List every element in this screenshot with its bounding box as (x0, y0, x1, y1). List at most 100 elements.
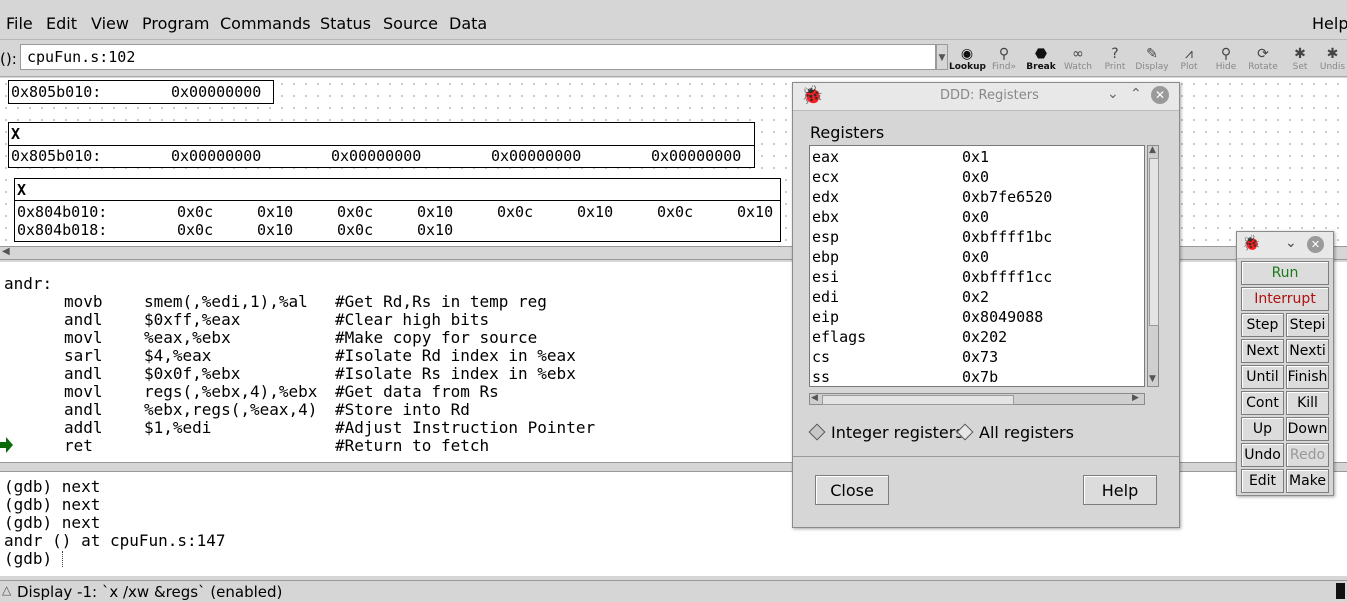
console-line: (gdb) next (4, 477, 101, 496)
cont-button[interactable]: Cont (1241, 391, 1284, 415)
register-row[interactable]: eflags 0x202 (812, 328, 1142, 348)
argument-toolbar: (): cpuFun.s:102 ▼ ◉ Lookup ⚲ Find» ⬣ Br… (0, 40, 1347, 77)
argument-input[interactable]: cpuFun.s:102 (20, 44, 936, 70)
help-button[interactable]: Help (1083, 475, 1157, 505)
argument-label: (): (0, 50, 17, 68)
break-icon: ⬣ (1034, 46, 1048, 62)
plot-button[interactable]: ⩘ Plot (1171, 46, 1207, 76)
break-button[interactable]: ⬣ Break (1023, 46, 1059, 76)
kill-button[interactable]: Kill (1286, 391, 1329, 415)
register-row[interactable]: ebx 0x0 (812, 208, 1142, 228)
until-button[interactable]: Until (1241, 365, 1284, 389)
register-row[interactable]: edi 0x2 (812, 288, 1142, 308)
print-button[interactable]: ? Print (1097, 46, 1133, 76)
console-prompt[interactable]: (gdb) (4, 549, 62, 568)
scroll-thumb[interactable] (1149, 158, 1159, 326)
redo-button[interactable]: Redo (1286, 443, 1329, 467)
hide-button[interactable]: ⚲ Hide (1208, 46, 1244, 76)
radio-diamond-icon (808, 423, 826, 441)
register-row[interactable]: eax 0x1 (812, 148, 1142, 168)
display-button[interactable]: ✎ Display (1134, 46, 1170, 76)
lookup-button[interactable]: ◉ Lookup (949, 46, 986, 76)
undisp-button[interactable]: ✱ Undis (1318, 46, 1347, 76)
undo-button[interactable]: Undo (1241, 443, 1284, 467)
maximize-icon[interactable]: ⌃ (1130, 86, 1142, 102)
make-button[interactable]: Make (1286, 469, 1329, 493)
registers-dialog: 🐞 DDD: Registers ⌄ ⌃ ✕ Registers eax 0x1 … (792, 82, 1180, 528)
up-button[interactable]: Up (1241, 417, 1284, 441)
registers-list[interactable]: eax 0x1 ecx 0x0 edx 0xb7fe6520 ebx 0x0 esp 0x… (809, 145, 1145, 387)
menu-edit[interactable]: Edit (46, 14, 77, 33)
registers-titlebar[interactable]: 🐞 DDD: Registers ⌄ ⌃ ✕ (793, 83, 1179, 111)
register-row[interactable]: edx 0xb7fe6520 (812, 188, 1142, 208)
minimize-icon[interactable]: ⌄ (1107, 86, 1119, 102)
menubar: File Edit View Program Commands Status S… (0, 8, 1347, 40)
console-line: (gdb) next (4, 495, 101, 514)
status-text: Display -1: `x /xw &regs` (enabled) (17, 583, 283, 601)
status-bar: △ Display -1: `x /xw &regs` (enabled) (0, 580, 1347, 602)
stepi-button[interactable]: Stepi (1286, 313, 1329, 337)
close-icon[interactable]: ✕ (1151, 86, 1169, 104)
menu-help[interactable]: Help (1312, 14, 1347, 33)
interrupt-button[interactable]: Interrupt (1241, 287, 1329, 311)
hide-icon: ⚲ (1220, 46, 1232, 62)
dialog-separator (793, 456, 1179, 457)
set-icon: ✱ (1294, 46, 1306, 62)
registers-dialog-title: DDD: Registers (940, 88, 1039, 103)
rotate-icon: ⟳ (1257, 46, 1269, 62)
menu-source[interactable]: Source (383, 14, 438, 33)
register-row[interactable]: ss 0x7b (812, 368, 1142, 386)
registers-heading: Registers (810, 123, 885, 142)
data-display-3[interactable]: X 0x804b010: 0x0c 0x10 0x0c 0x10 0x0c 0x… (14, 178, 781, 242)
registers-hscrollbar[interactable]: ◀ ▶ (809, 393, 1145, 405)
close-icon[interactable]: ✕ (1307, 236, 1324, 253)
console-line: (gdb) next (4, 513, 101, 532)
lookup-icon: ◉ (960, 46, 974, 62)
undisp-icon: ✱ (1326, 46, 1339, 62)
close-button[interactable]: Close (815, 475, 889, 505)
command-tool: 🐞 ⌄ ✕ Run Interrupt Step Stepi Next Next… (1236, 231, 1334, 496)
next-button[interactable]: Next (1241, 339, 1284, 363)
step-button[interactable]: Step (1241, 313, 1284, 337)
watch-button[interactable]: ∞ Watch (1060, 46, 1096, 76)
edit-button[interactable]: Edit (1241, 469, 1284, 493)
data-display-2[interactable]: X 0x805b010: 0x00000000 0x00000000 0x000… (8, 122, 755, 168)
scroll-thumb[interactable] (822, 395, 1014, 405)
source-label: andr: (4, 274, 53, 293)
registers-vscrollbar[interactable]: ▲ ▼ (1147, 145, 1159, 387)
menu-view[interactable]: View (91, 14, 129, 33)
console-line: andr () at cpuFun.s:147 (4, 531, 226, 550)
menu-file[interactable]: File (6, 14, 33, 33)
command-tool-titlebar[interactable]: 🐞 ⌄ ✕ (1237, 232, 1333, 259)
nexti-button[interactable]: Nexti (1286, 339, 1329, 363)
down-button[interactable]: Down (1286, 417, 1329, 441)
display-icon: ✎ (1146, 46, 1158, 62)
menu-program[interactable]: Program (142, 14, 210, 33)
print-icon: ? (1111, 46, 1119, 62)
register-row[interactable]: ebp 0x0 (812, 248, 1142, 268)
finish-button[interactable]: Finish (1286, 365, 1329, 389)
menu-status[interactable]: Status (320, 14, 371, 33)
find-button[interactable]: ⚲ Find» (986, 46, 1022, 76)
register-row[interactable]: esi 0xbffff1cc (812, 268, 1142, 288)
menu-data[interactable]: Data (449, 14, 487, 33)
ddd-bug-icon: 🐞 (801, 85, 824, 106)
register-row[interactable]: ecx 0x0 (812, 168, 1142, 188)
menu-commands[interactable]: Commands (220, 14, 311, 33)
rotate-button[interactable]: ⟳ Rotate (1245, 46, 1281, 76)
chevron-down-icon[interactable]: ▼ (936, 44, 948, 70)
resize-grip[interactable] (1336, 583, 1345, 599)
minimize-icon[interactable]: ⌄ (1285, 235, 1297, 251)
warning-triangle-icon: △ (2, 583, 12, 597)
watch-icon: ∞ (1072, 46, 1084, 62)
register-row[interactable]: eip 0x8049088 (812, 308, 1142, 328)
data-display-1[interactable]: 0x805b010: 0x00000000 (8, 80, 274, 104)
find-icon: ⚲ (998, 46, 1010, 62)
run-button[interactable]: Run (1241, 261, 1329, 285)
execution-arrow-icon (0, 437, 13, 453)
set-button[interactable]: ✱ Set (1282, 46, 1318, 76)
plot-icon: ⩘ (1185, 46, 1193, 62)
register-row[interactable]: esp 0xbffff1bc (812, 228, 1142, 248)
register-row[interactable]: cs 0x73 (812, 348, 1142, 368)
text-cursor (62, 551, 64, 567)
